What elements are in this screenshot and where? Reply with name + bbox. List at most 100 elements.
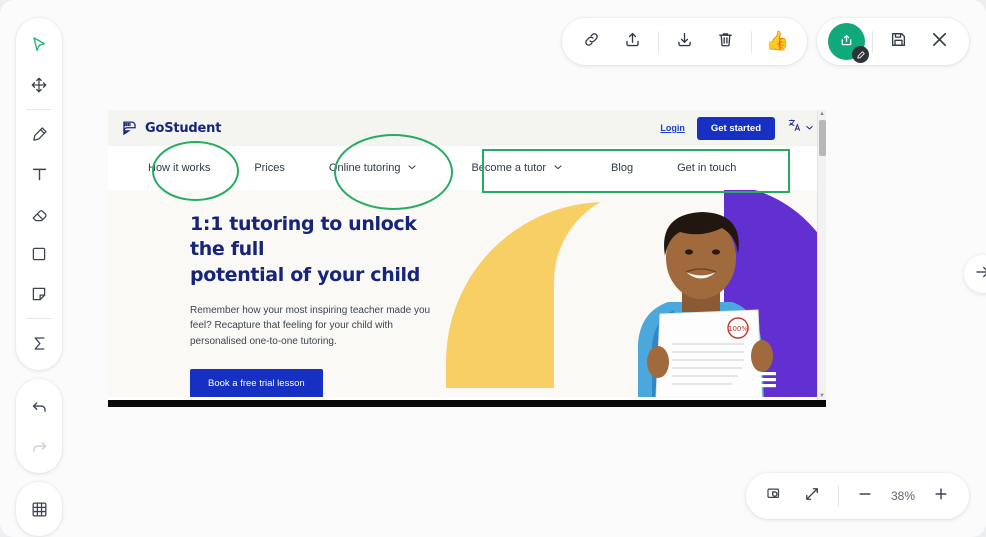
nav-label: How it works [148,162,211,174]
get-started-button[interactable]: Get started [696,116,775,140]
svg-text:100%: 100% [728,325,748,333]
fullscreen-button[interactable] [794,478,830,514]
grid-group [16,482,62,536]
hero-paragraph: Remember how your most inspiring teacher… [190,304,431,347]
nav-label: Online tutoring [328,162,401,174]
close-x-icon [929,29,950,55]
scroll-down-arrow-icon[interactable]: ▼ [819,393,825,399]
toolbar-divider [838,485,839,507]
hero-heading: 1:1 tutoring to unlock the full potentia… [190,213,420,286]
site-hero: 100% 1:1 tutoring to unlock the full pot… [108,190,826,397]
zoom-level-label[interactable]: 38% [885,489,921,503]
download-arrow-icon [675,30,694,54]
pencil-icon [852,46,869,63]
save-button[interactable] [878,21,919,62]
pen-tool[interactable] [19,114,59,154]
undo-button[interactable] [19,386,59,426]
app-window: GoStudent Login Get started How it works… [0,0,986,537]
select-tool[interactable] [19,25,59,65]
nav-label: Blog [611,162,634,174]
left-toolbar [16,18,62,536]
scroll-up-arrow-icon[interactable]: ▲ [819,111,825,117]
gostudent-logo-icon [120,119,139,138]
next-arrow-button[interactable] [964,255,986,293]
upload-arrow-icon [623,30,642,54]
login-link[interactable]: Login [660,123,685,133]
tools-group [16,18,62,370]
arrow-right-icon [974,263,986,286]
square-icon [30,245,48,263]
nav-label: Prices [254,162,285,174]
site-logo[interactable]: GoStudent [120,119,221,138]
hero-copy: 1:1 tutoring to unlock the full potentia… [190,212,455,397]
toolbar-divider [26,318,52,319]
screen-capture-icon [765,485,783,508]
nav-prices[interactable]: Prices [254,162,285,174]
copy-link-button[interactable] [571,21,612,62]
undo-arrow-icon [30,397,49,416]
nav-how-it-works[interactable]: How it works [148,162,210,174]
chevron-down-icon [805,119,814,137]
nav-blog[interactable]: Blog [611,162,633,174]
toolbar-divider [658,30,659,53]
toolbar-divider [751,30,752,53]
delete-button[interactable] [705,21,746,62]
nav-get-in-touch[interactable]: Get in touch [677,162,736,174]
reaction-button[interactable]: 👍 [757,21,798,62]
cursor-arrow-icon [29,35,49,55]
hero-student-photo: 100% [638,212,776,397]
move-tool[interactable] [19,65,59,105]
chevron-down-icon [553,162,563,175]
zoom-out-button[interactable] [847,478,883,514]
link-chain-icon [582,30,601,54]
screenshot-object[interactable]: GoStudent Login Get started How it works… [108,110,826,407]
nav-label: Get in touch [677,162,737,174]
thumbs-up-icon: 👍 [765,31,790,52]
site-main-nav: How it works Prices Online tutoring Beco… [108,146,826,190]
close-button[interactable] [919,21,960,62]
minus-icon [856,485,874,508]
note-tool[interactable] [19,274,59,314]
hero-artwork: 100% [436,190,826,397]
sum-tool[interactable] [19,323,59,363]
sigma-icon [30,334,49,353]
move-arrows-icon [30,76,48,94]
text-t-icon [30,165,49,184]
canvas-area[interactable]: GoStudent Login Get started How it works… [0,0,986,537]
top-actions-group: 👍 [562,18,807,65]
zoom-in-button[interactable] [923,478,959,514]
trash-icon [716,30,735,54]
grid-icon [30,500,49,519]
toolbar-divider [872,30,873,53]
screenshot-bottom-edge [108,400,826,407]
eraser-tool[interactable] [19,194,59,234]
redo-arrow-icon [30,437,49,456]
toolbar-divider [26,109,52,110]
nav-label: Become a tutor [471,162,547,174]
pen-icon [30,125,49,144]
text-tool[interactable] [19,154,59,194]
captured-page-scrollbar[interactable]: ▲ ▼ [817,110,826,400]
nav-online-tutoring[interactable]: Online tutoring [329,162,418,175]
expand-diagonal-icon [803,485,821,508]
redo-button[interactable] [19,426,59,466]
top-right-group [817,18,969,65]
language-selector[interactable] [787,118,814,138]
screenshot-mode-button[interactable] [756,478,792,514]
nav-become-a-tutor[interactable]: Become a tutor [471,162,563,175]
scrollbar-thumb[interactable] [819,120,826,156]
annotate-share-button[interactable] [828,23,869,63]
download-button[interactable] [664,21,705,62]
grid-button[interactable] [19,489,59,529]
plus-icon [932,485,950,508]
brand-name: GoStudent [145,120,222,136]
share-button[interactable] [612,21,653,62]
book-free-trial-button[interactable]: Book a free trial lesson [190,368,323,397]
top-toolbar: 👍 [562,18,969,65]
floppy-disk-icon [889,30,908,54]
site-utility-bar: GoStudent Login Get started [108,110,826,146]
sticky-note-icon [30,285,48,303]
rectangle-tool[interactable] [19,234,59,274]
history-group [16,379,62,473]
zoom-toolbar: 38% [746,473,969,519]
